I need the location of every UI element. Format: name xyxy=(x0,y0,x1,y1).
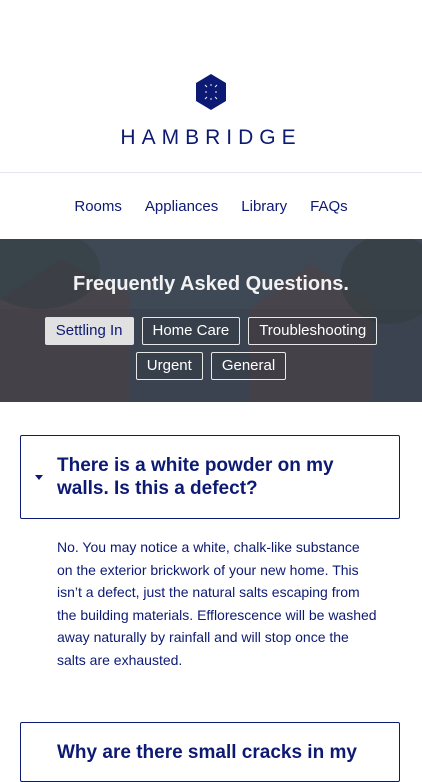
faq-question[interactable]: There is a white powder on my walls. Is … xyxy=(57,454,387,500)
site-header: HAMBRIDGE xyxy=(0,0,422,173)
faq-category-filters: Settling In Home Care Troubleshooting Ur… xyxy=(0,317,422,387)
caret-down-icon xyxy=(35,475,43,480)
filter-settling-in[interactable]: Settling In xyxy=(44,317,134,345)
nav-item-faqs[interactable]: FAQs xyxy=(310,198,348,215)
nav-item-rooms[interactable]: Rooms xyxy=(74,198,122,215)
filter-home-care[interactable]: Home Care xyxy=(141,317,241,345)
filter-troubleshooting[interactable]: Troubleshooting xyxy=(248,317,378,345)
faq-item-question[interactable]: Why are there small cracks in my xyxy=(20,722,400,782)
page-title: Frequently Asked Questions. xyxy=(73,273,349,295)
hexagon-logo-icon[interactable] xyxy=(196,74,226,110)
faq-hero: Frequently Asked Questions. Settling In … xyxy=(0,239,422,402)
faq-answer: No. You may notice a white, chalk-like s… xyxy=(57,539,377,668)
filter-urgent[interactable]: Urgent xyxy=(135,352,203,380)
nav-item-appliances[interactable]: Appliances xyxy=(145,198,218,215)
nav-item-library[interactable]: Library xyxy=(241,198,287,215)
filter-general[interactable]: General xyxy=(210,352,287,380)
brand-wordmark[interactable]: HAMBRIDGE xyxy=(0,126,422,150)
main-nav: Rooms Appliances Library FAQs xyxy=(0,173,422,239)
faq-question[interactable]: Why are there small cracks in my xyxy=(57,741,387,764)
faq-item-question[interactable]: There is a white powder on my walls. Is … xyxy=(20,435,400,519)
